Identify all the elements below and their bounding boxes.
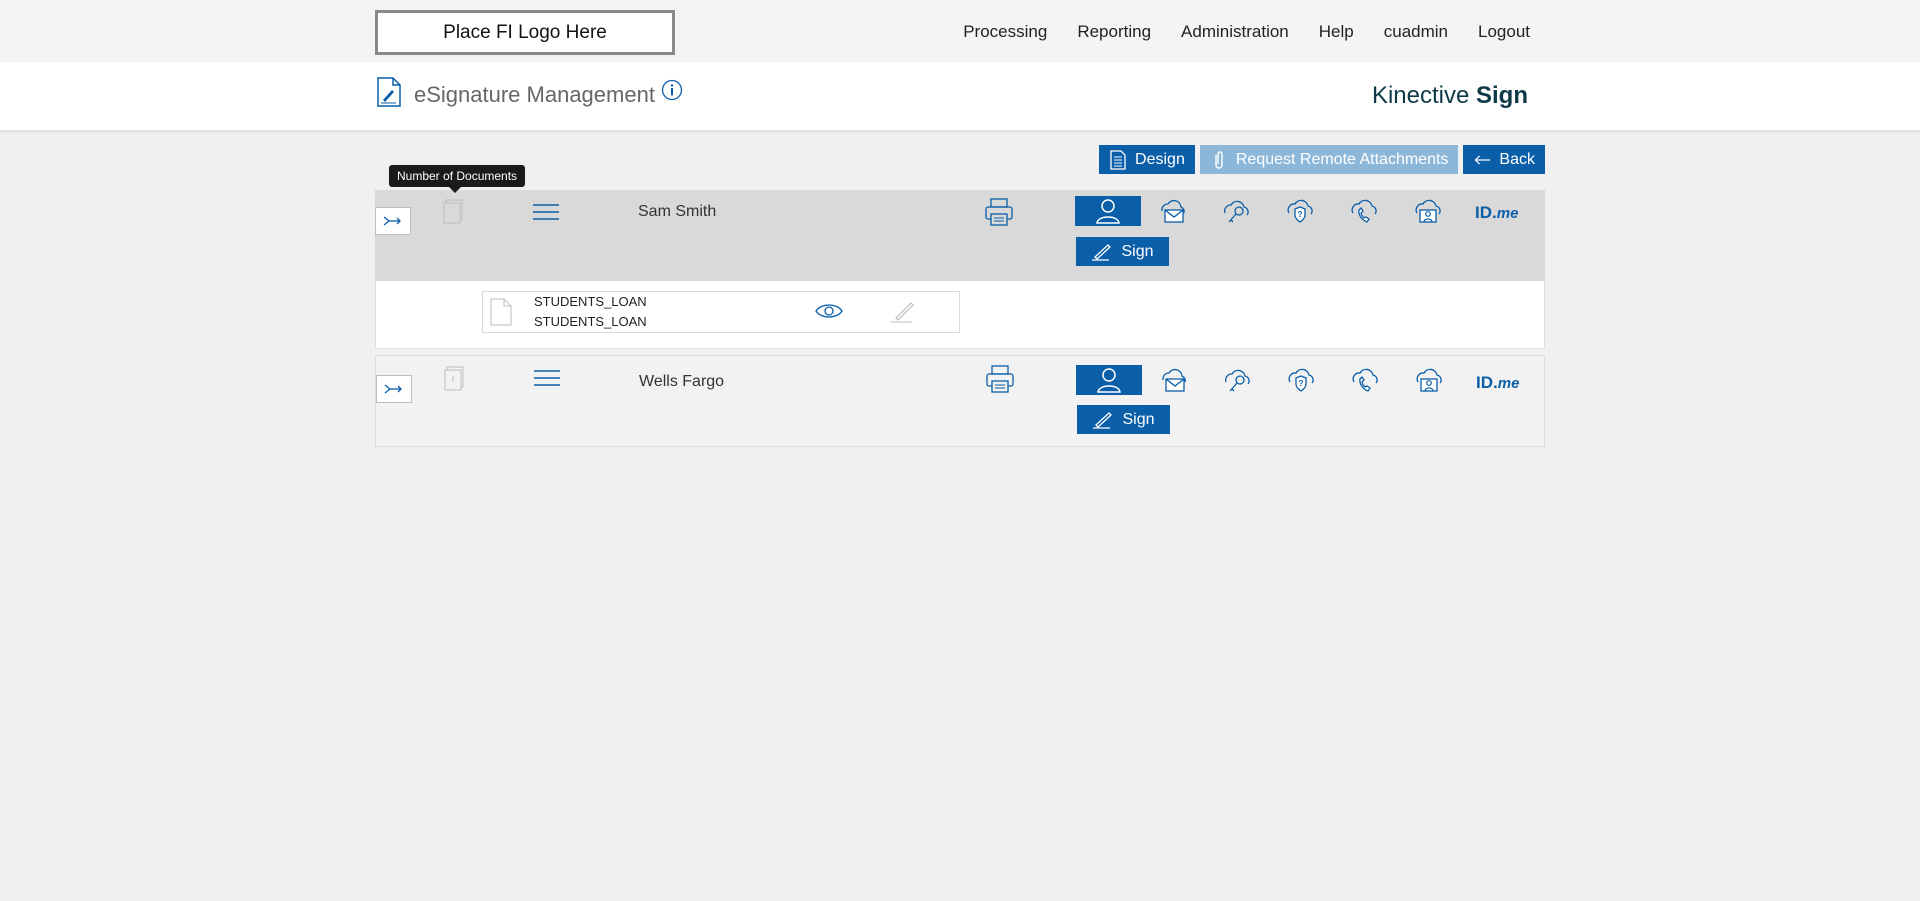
title-bar: eSignature Management Kinective Sign: [0, 62, 1920, 130]
brand-regular: Kinective: [1371, 82, 1470, 109]
idme-me-text: me: [1497, 375, 1520, 392]
fi-logo-placeholder: Place FI Logo Here: [375, 10, 675, 55]
cloud-question-icon: ?: [1288, 368, 1314, 392]
menu-icon[interactable]: [533, 367, 561, 389]
person-icon: [1096, 199, 1120, 224]
nav-help[interactable]: Help: [1319, 22, 1354, 42]
idme-logo[interactable]: ID.me: [1476, 373, 1519, 393]
cloud-key-icon: [1224, 200, 1249, 223]
paperclip-icon: [1215, 150, 1223, 169]
nav-logout[interactable]: Logout: [1478, 22, 1530, 42]
signer-row[interactable]: Wells Fargo ? ID.me Sign: [375, 355, 1545, 447]
document-count-icon[interactable]: [442, 365, 466, 393]
expand-button[interactable]: [376, 375, 412, 403]
person-icon: [1097, 368, 1121, 393]
pen-icon[interactable]: [888, 300, 916, 324]
brand-bold: Sign: [1476, 82, 1528, 109]
question-auth-button[interactable]: ?: [1267, 196, 1333, 226]
signer-name: Sam Smith: [638, 203, 717, 220]
id-auth-button[interactable]: [1395, 196, 1461, 226]
idme-logo[interactable]: ID.me: [1475, 203, 1518, 223]
phone-auth-button[interactable]: [1331, 196, 1397, 226]
back-label: Back: [1499, 150, 1535, 168]
design-button[interactable]: Design: [1099, 145, 1195, 174]
id-auth-button[interactable]: [1396, 365, 1462, 395]
svg-text:?: ?: [1299, 379, 1304, 388]
cloud-question-icon: ?: [1287, 199, 1313, 223]
arrow-left-icon: [1475, 154, 1491, 165]
menu-icon[interactable]: [532, 201, 560, 223]
page-icon: [490, 298, 512, 326]
in-person-auth-button[interactable]: [1075, 196, 1141, 226]
idme-me-text: me: [1496, 205, 1519, 222]
email-auth-button[interactable]: [1140, 365, 1206, 395]
sign-button[interactable]: Sign: [1077, 405, 1170, 434]
cloud-id-icon: [1415, 199, 1441, 223]
signer-row[interactable]: Sam Smith ? ID.me Sign: [375, 190, 1545, 281]
tooltip-number-of-documents: Number of Documents: [389, 165, 526, 193]
phone-auth-button[interactable]: [1332, 365, 1398, 395]
nav-administration[interactable]: Administration: [1181, 22, 1289, 42]
request-remote-attachments-label: Request Remote Attachments: [1235, 150, 1449, 168]
document-name: STUDENTS_LOAN: [534, 294, 647, 309]
document-count-icon[interactable]: [441, 198, 465, 226]
top-bar: Place FI Logo Here Processing Reporting …: [0, 0, 1920, 62]
idme-id-text: ID.: [1475, 203, 1497, 222]
svg-text:?: ?: [1298, 210, 1303, 219]
cloud-id-icon: [1416, 368, 1442, 392]
nav-reporting[interactable]: Reporting: [1077, 22, 1151, 42]
cloud-mail-icon: [1161, 199, 1185, 223]
kba-auth-button[interactable]: [1204, 365, 1270, 395]
sign-button[interactable]: Sign: [1076, 237, 1169, 266]
sign-label: Sign: [1121, 242, 1154, 260]
expand-button[interactable]: [375, 207, 411, 235]
pen-icon: [1092, 243, 1112, 261]
printer-icon[interactable]: [984, 198, 1014, 226]
in-person-auth-button[interactable]: [1076, 365, 1142, 395]
nav-processing[interactable]: Processing: [963, 22, 1047, 42]
email-auth-button[interactable]: [1139, 196, 1205, 226]
document-item[interactable]: STUDENTS_LOAN STUDENTS_LOAN: [482, 291, 960, 333]
cloud-phone-icon: [1351, 199, 1377, 223]
top-nav: Processing Reporting Administration Help…: [963, 22, 1530, 42]
page-title: eSignature Management: [414, 82, 655, 107]
document-type: STUDENTS_LOAN: [534, 314, 647, 329]
back-button[interactable]: Back: [1463, 145, 1545, 174]
brand-logo: Kinective Sign: [1372, 82, 1528, 110]
cloud-mail-icon: [1162, 368, 1186, 392]
sign-label: Sign: [1122, 410, 1155, 428]
cloud-phone-icon: [1352, 368, 1378, 392]
idme-id-text: ID.: [1476, 373, 1498, 392]
info-icon[interactable]: [661, 79, 683, 101]
signer-name: Wells Fargo: [639, 373, 725, 390]
kba-auth-button[interactable]: [1203, 196, 1269, 226]
action-bar: Design Request Remote Attachments Back: [1099, 145, 1545, 174]
expand-arrow-icon: [384, 384, 402, 394]
printer-icon[interactable]: [985, 365, 1015, 393]
design-list-icon: [1110, 149, 1126, 170]
pen-icon: [1093, 411, 1113, 429]
nav-user[interactable]: cuadmin: [1384, 22, 1448, 42]
cloud-key-icon: [1225, 369, 1250, 392]
expand-arrow-icon: [383, 216, 401, 226]
document-pen-icon: [377, 77, 401, 107]
eye-icon[interactable]: [815, 301, 843, 321]
request-remote-attachments-button[interactable]: Request Remote Attachments: [1199, 145, 1459, 174]
question-auth-button[interactable]: ?: [1268, 365, 1334, 395]
design-label: Design: [1135, 150, 1185, 168]
